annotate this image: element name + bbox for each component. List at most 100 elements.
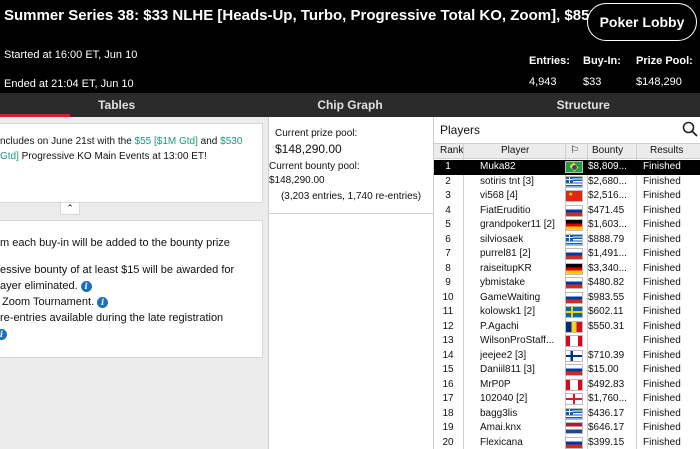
country-flag-icon <box>565 422 583 434</box>
table-row[interactable]: 18 bagg3lis $436.17 Finished <box>434 407 700 422</box>
player-result: Finished <box>643 190 681 201</box>
player-rank: 18 <box>442 407 454 419</box>
info-icon[interactable]: i <box>0 328 7 340</box>
player-name: kolowsk1 [2] <box>480 306 536 317</box>
rule-line: essive bounty of at least $15 will be aw… <box>0 264 235 276</box>
search-icon[interactable] <box>682 121 698 137</box>
poker-lobby-button[interactable]: Poker Lobby <box>587 3 697 41</box>
table-row[interactable]: 17 102040 [2] $1,760... Finished <box>434 392 700 407</box>
player-result: Finished <box>643 291 681 303</box>
column-results[interactable]: Results <box>650 145 683 156</box>
current-prize-value: $148,290.00 <box>275 142 342 156</box>
table-row[interactable]: 8 raiseitupKR $3,340... Finished <box>434 262 700 277</box>
column-bounty[interactable]: Bounty <box>592 145 623 156</box>
table-row[interactable]: 5 grandpoker11 [2] $1,603... Finished <box>434 218 700 233</box>
player-bounty: $399.15 <box>588 436 625 448</box>
table-row[interactable]: 16 MrP0P $492.83 Finished <box>434 378 700 393</box>
player-result: Finished <box>643 161 681 172</box>
player-rank: 12 <box>442 320 454 332</box>
flag-column-icon[interactable]: ⚐ <box>570 145 579 156</box>
table-row[interactable]: 13 WilsonProStaff... Finished <box>434 334 700 349</box>
player-name: raiseitupKR <box>480 262 532 274</box>
table-row[interactable]: 3 vi568 [4] ★ $2,516... Finished <box>434 189 700 204</box>
table-row[interactable]: 11 kolowsk1 [2] $602.11 Finished <box>434 305 700 320</box>
table-row[interactable]: 19 Amai.knx $646.17 Finished <box>434 421 700 436</box>
promo-link-530[interactable]: $530 <box>220 136 242 147</box>
rule-line: m each buy-in will be added to the bount… <box>0 237 230 249</box>
table-row[interactable]: 12 P.Agachi $550.31 Finished <box>434 320 700 335</box>
buyin-value: $33 <box>583 76 602 88</box>
column-rank[interactable]: Rank <box>440 145 463 156</box>
country-flag-icon <box>565 233 583 246</box>
country-flag-icon <box>565 407 583 420</box>
player-rank: 19 <box>442 422 454 433</box>
promo-link-530-gtd[interactable]: Gtd] <box>0 151 19 162</box>
promo-link-55[interactable]: $55 [$1M Gtd] <box>135 136 198 147</box>
tab-tables[interactable]: Tables <box>0 93 233 117</box>
table-row[interactable]: 20 Flexicana $399.15 Finished <box>434 436 700 449</box>
player-result: Finished <box>643 393 681 404</box>
prize-pool-value: $148,290 <box>636 76 682 88</box>
table-row[interactable]: 10 GameWaiting $983.55 Finished <box>434 291 700 306</box>
prize-pool-label: Prize Pool: <box>636 55 693 67</box>
start-time: Started at 16:00 ET, Jun 10 <box>4 49 138 61</box>
player-result: Finished <box>643 335 681 346</box>
player-name: Flexicana <box>480 436 523 448</box>
end-time: Ended at 21:04 ET, Jun 10 <box>4 78 134 90</box>
player-name: grandpoker11 [2] <box>480 219 555 230</box>
country-flag-icon <box>565 277 583 289</box>
table-row[interactable]: 6 silviosaek $888.79 Finished <box>434 233 700 248</box>
country-flag-icon <box>565 306 583 318</box>
player-result: Finished <box>643 248 681 259</box>
player-name: P.Agachi <box>480 320 519 332</box>
promo-line-2: Gtd] Progressive KO Main Events at 13:00… <box>0 151 207 162</box>
player-name: FiatEruditio <box>480 204 531 216</box>
buyin-label: Buy-In: <box>583 55 621 67</box>
player-rank: 7 <box>445 248 451 259</box>
player-result: Finished <box>643 277 681 288</box>
players-table: 1 Muka82 $8,809... Finished 2 sotiris tnt [3]… <box>434 160 700 449</box>
player-rank: 11 <box>442 306 454 317</box>
player-result: Finished <box>643 175 681 187</box>
player-name: bagg3lis <box>480 407 518 419</box>
table-row[interactable]: 15 Daniil811 [3] $15.00 Finished <box>434 363 700 378</box>
rule-line: i <box>0 326 262 342</box>
player-result: Finished <box>643 422 681 433</box>
entries-label: Entries: <box>529 55 570 67</box>
info-icon[interactable]: i <box>97 296 109 308</box>
table-row[interactable]: 7 purrel81 [2] $1,491... Finished <box>434 247 700 262</box>
promo-line-1: ncludes on June 21st with the $55 [$1M G… <box>0 136 243 147</box>
tab-structure[interactable]: Structure <box>467 93 700 117</box>
player-rank: 4 <box>445 204 451 216</box>
player-result: Finished <box>643 306 681 317</box>
player-result: Finished <box>643 204 681 216</box>
country-flag-icon <box>565 204 583 217</box>
current-prize-label: Current prize pool: <box>275 128 358 139</box>
country-flag-icon <box>565 320 583 333</box>
info-panel: ncludes on June 21st with the $55 [$1M G… <box>0 117 268 449</box>
tab-chip-graph[interactable]: Chip Graph <box>233 93 466 117</box>
player-name: purrel81 [2] <box>480 248 531 259</box>
player-rank: 16 <box>442 378 454 390</box>
table-row[interactable]: 2 sotiris tnt [3] $2,680... Finished <box>434 175 700 190</box>
country-flag-icon <box>565 161 583 173</box>
player-result: Finished <box>643 378 681 390</box>
country-flag-icon: ★ <box>565 190 583 202</box>
rule-line: ayer eliminated. i <box>0 278 262 294</box>
player-result: Finished <box>643 262 681 274</box>
country-flag-icon <box>565 393 583 405</box>
table-row[interactable]: 1 Muka82 $8,809... Finished <box>434 160 700 175</box>
table-row[interactable]: 4 FiatEruditio $471.45 Finished <box>434 204 700 219</box>
player-rank: 20 <box>442 436 454 448</box>
country-flag-icon <box>565 175 583 188</box>
player-bounty: $8,809... <box>588 161 627 172</box>
player-name: vi568 [4] <box>480 190 518 201</box>
table-row[interactable]: 14 jeejee2 [3] $710.39 Finished <box>434 349 700 364</box>
info-icon[interactable]: i <box>80 280 92 292</box>
column-player[interactable]: Player <box>501 145 529 156</box>
player-bounty: $2,680... <box>588 175 627 187</box>
rule-line: re-entries available during the late reg… <box>0 312 224 324</box>
table-row[interactable]: 9 ybmistake $480.82 Finished <box>434 276 700 291</box>
player-name: sotiris tnt [3] <box>480 175 534 187</box>
collapse-notice-button[interactable]: ⌃ <box>60 203 80 215</box>
